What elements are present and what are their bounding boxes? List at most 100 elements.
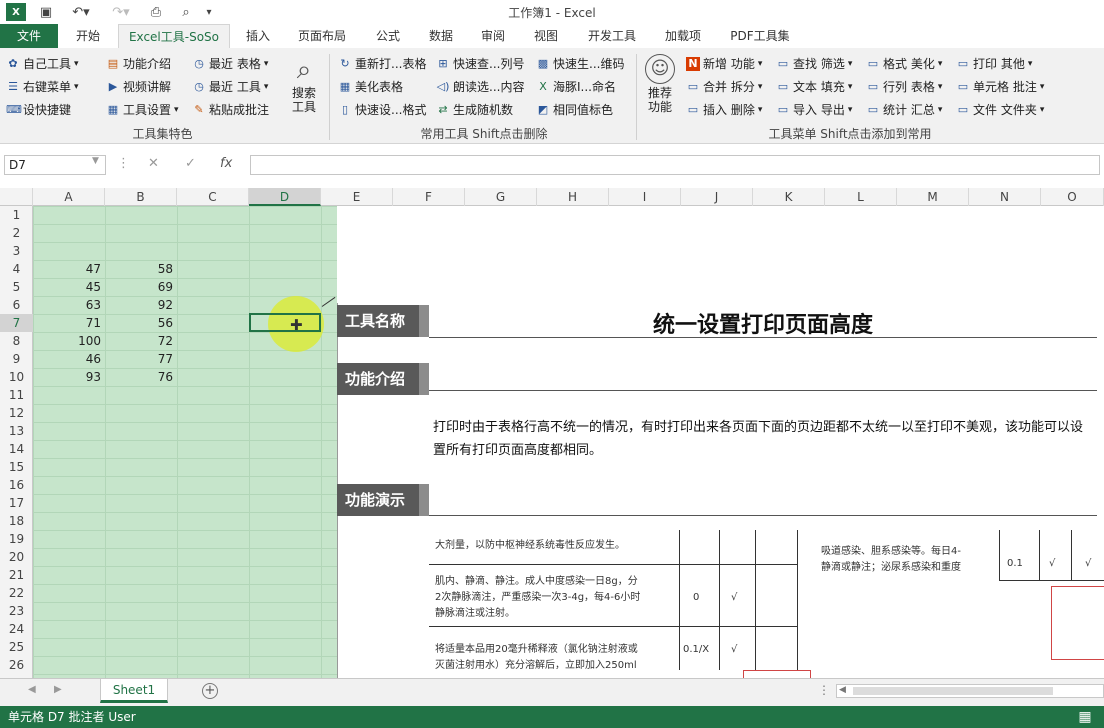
active-cell-d7[interactable] [249,313,321,332]
tab-insert[interactable]: 插入 [234,24,282,48]
video-tutorial-button[interactable]: ▶ 视频讲解 [106,77,171,97]
cell-a8[interactable]: 100 [33,332,105,350]
row-header-10[interactable]: 10 [0,368,33,386]
cell-b5[interactable]: 69 [105,278,177,296]
col-header-j[interactable]: J [681,188,753,206]
col-header-a[interactable]: A [33,188,105,206]
beautify-table-button[interactable]: ▦ 美化表格 [338,77,403,97]
enter-icon[interactable]: ✓ [185,156,196,171]
col-header-o[interactable]: O [1041,188,1104,206]
shortcut-button[interactable]: ⌨ 设快捷键 [6,100,71,120]
insert-function-icon[interactable]: fx [220,156,232,171]
prev-sheet-icon[interactable]: ◀ [28,684,36,695]
rows-cols-table-button[interactable]: ▭ 行列 表格 ▾ [866,77,943,97]
col-header-d[interactable]: D [249,188,321,206]
qr-code-button[interactable]: ▩ 快速生...维码 [536,54,625,74]
merge-split-button[interactable]: ▭ 合并 拆分 ▾ [686,77,763,97]
tab-view[interactable]: 视图 [520,24,572,48]
col-header-k[interactable]: K [753,188,825,206]
quick-column-lookup-button[interactable]: ⊞ 快速查...列号 [436,54,524,74]
name-box[interactable]: D7 [4,155,106,175]
col-header-g[interactable]: G [465,188,537,206]
print-other-button[interactable]: ▭ 打印 其他 ▾ [956,54,1033,74]
cell-a10[interactable]: 93 [33,368,105,386]
col-header-n[interactable]: N [969,188,1041,206]
row-header-17[interactable]: 17 [0,494,33,512]
row-header-19[interactable]: 19 [0,530,33,548]
dolphin-rename-button[interactable]: X 海豚I...命名 [536,77,616,97]
row-header-9[interactable]: 9 [0,350,33,368]
row-header-24[interactable]: 24 [0,620,33,638]
tab-review[interactable]: 审阅 [468,24,518,48]
row-header-8[interactable]: 8 [0,332,33,350]
paste-as-comment-button[interactable]: ✎ 粘贴成批注 [192,100,269,120]
row-header-14[interactable]: 14 [0,440,33,458]
row-header-26[interactable]: 26 [0,656,33,674]
cell-b4[interactable]: 58 [105,260,177,278]
feature-intro-button[interactable]: ▤ 功能介绍 [106,54,171,74]
col-header-b[interactable]: B [105,188,177,206]
cell-b6[interactable]: 92 [105,296,177,314]
quick-format-button[interactable]: ▯ 快速设...格式 [338,100,426,120]
recent-tables-button[interactable]: ◷ 最近 表格 ▾ [192,54,268,74]
add-feature-button[interactable]: N 新增 功能 ▾ [686,54,762,74]
cell-a5[interactable]: 45 [33,278,105,296]
row-header-4[interactable]: 4 [0,260,33,278]
normal-view-icon[interactable]: ▦ [1076,709,1094,725]
tab-page-layout[interactable]: 页面布局 [286,24,358,48]
horizontal-scrollbar[interactable]: ◀ [836,684,1104,698]
recent-tools-button[interactable]: ◷ 最近 工具 ▾ [192,77,268,97]
col-header-e[interactable]: E [321,188,393,206]
insert-delete-button[interactable]: ▭ 插入 删除 ▾ [686,100,763,120]
row-header-5[interactable]: 5 [0,278,33,296]
name-box-dropdown-icon[interactable]: ▼ [92,156,99,166]
sheet-tab-sheet1[interactable]: Sheet1 [100,679,168,703]
row-header-25[interactable]: 25 [0,638,33,656]
cell-b10[interactable]: 76 [105,368,177,386]
cell-a4[interactable]: 47 [33,260,105,278]
tab-developer[interactable]: 开发工具 [576,24,648,48]
tab-pdf-tools[interactable]: PDF工具集 [718,24,802,48]
tab-excel-tools-soso[interactable]: Excel工具-SoSo [118,24,230,48]
row-header-23[interactable]: 23 [0,602,33,620]
stats-summary-button[interactable]: ▭ 统计 汇总 ▾ [866,100,943,120]
cell-a9[interactable]: 46 [33,350,105,368]
row-header-6[interactable]: 6 [0,296,33,314]
row-header-3[interactable]: 3 [0,242,33,260]
cell-a6[interactable]: 63 [33,296,105,314]
tab-data[interactable]: 数据 [416,24,466,48]
row-header-16[interactable]: 16 [0,476,33,494]
select-all-corner[interactable] [0,188,33,206]
row-header-13[interactable]: 13 [0,422,33,440]
row-header-7[interactable]: 7 [0,314,33,332]
next-sheet-icon[interactable]: ▶ [54,684,62,695]
cell-comment-button[interactable]: ▭ 单元格 批注 ▾ [956,77,1045,97]
row-header-18[interactable]: 18 [0,512,33,530]
col-header-i[interactable]: I [609,188,681,206]
cell-a7[interactable]: 71 [33,314,105,332]
reprint-table-button[interactable]: ↻ 重新打...表格 [338,54,426,74]
same-value-color-button[interactable]: ◩ 相同值标色 [536,100,613,120]
cell-b7[interactable]: 56 [105,314,177,332]
formula-input[interactable] [250,155,1100,175]
cell-b9[interactable]: 77 [105,350,177,368]
row-header-15[interactable]: 15 [0,458,33,476]
row-header-2[interactable]: 2 [0,224,33,242]
tab-file[interactable]: 文件 [0,24,58,48]
context-menu-button[interactable]: ☰ 右键菜单 ▾ [6,77,78,97]
row-header-11[interactable]: 11 [0,386,33,404]
text-fill-button[interactable]: ▭ 文本 填充 ▾ [776,77,853,97]
import-export-button[interactable]: ▭ 导入 导出 ▾ [776,100,853,120]
tool-settings-button[interactable]: ▦ 工具设置 ▾ [106,100,179,120]
add-sheet-icon[interactable]: + [202,683,218,699]
read-aloud-button[interactable]: ◁) 朗读选...内容 [436,77,525,97]
my-tools-button[interactable]: ✿ 自己工具 ▾ [6,54,78,74]
tab-addins[interactable]: 加载项 [652,24,714,48]
file-folder-button[interactable]: ▭ 文件 文件夹 ▾ [956,100,1045,120]
find-filter-button[interactable]: ▭ 查找 筛选 ▾ [776,54,853,74]
cancel-icon[interactable]: ✕ [148,156,159,171]
row-header-1[interactable]: 1 [0,206,33,224]
format-beautify-button[interactable]: ▭ 格式 美化 ▾ [866,54,943,74]
col-header-f[interactable]: F [393,188,465,206]
col-header-m[interactable]: M [897,188,969,206]
